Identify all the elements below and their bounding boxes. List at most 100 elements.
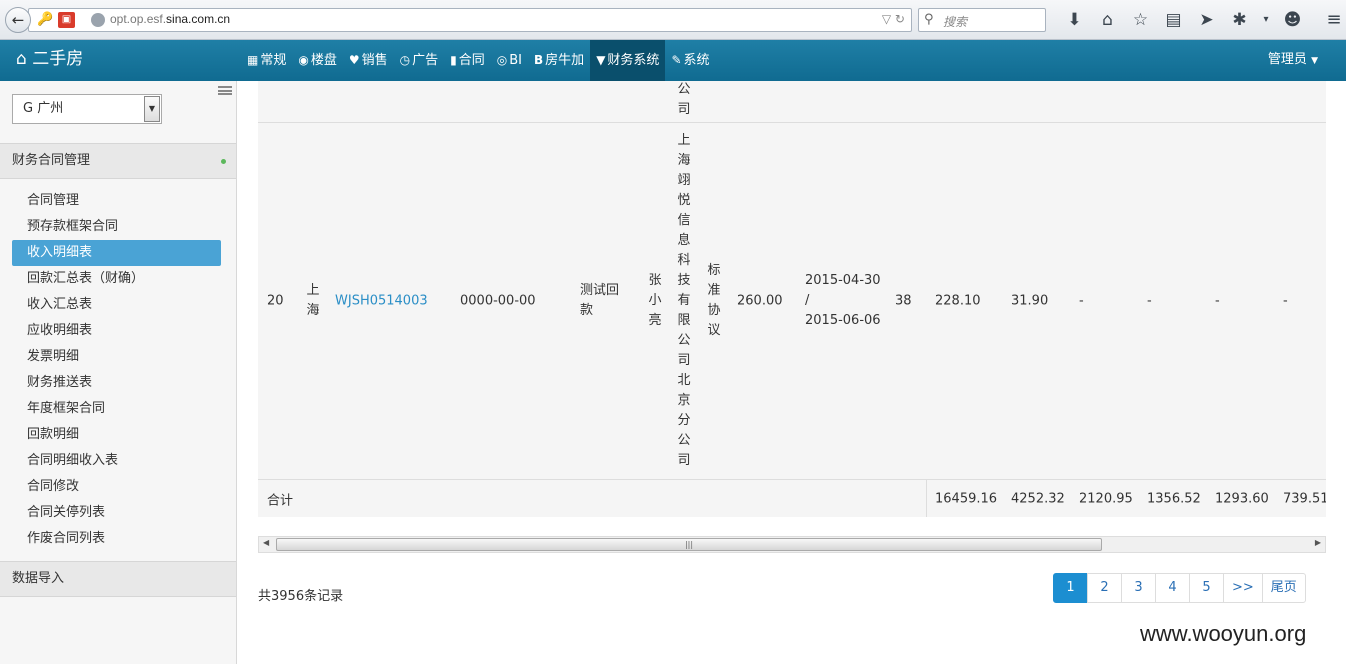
scroll-right-icon[interactable]: ▶ (1315, 538, 1321, 547)
pagination: 1 2 3 4 5 >> 尾页 (1053, 573, 1306, 603)
nav-item-fangniujia[interactable]: B 房牛加 (528, 40, 590, 81)
browser-toolbar: 🔑 ▣ opt.op.esf.sina.com.cn ▽ ↻ ← ⚲ 搜索 ⬇ … (0, 0, 1346, 40)
table-cell-person: 张小亮 (648, 273, 662, 328)
scrollbar-thumb[interactable]: ||| (276, 538, 1102, 551)
eye-icon: ◎ (496, 53, 508, 67)
sidebar-link[interactable]: 应收明细表 (12, 318, 221, 344)
chevron-down-icon: ▼ (144, 96, 160, 122)
sidebar-link[interactable]: 年度框架合同 (12, 396, 221, 422)
table-total-row: 合计 16459.16 4252.32 2120.95 1356.52 1293… (258, 480, 1326, 517)
sidebar-link[interactable]: 合同修改 (12, 474, 221, 500)
sidebar-link[interactable]: 作废合同列表 (12, 526, 221, 552)
user-menu[interactable]: 管理员 ▼ (1268, 40, 1318, 81)
addon-icon[interactable]: ▣ (58, 12, 75, 28)
table-cell-name: 测试回款 (580, 283, 620, 318)
globe-icon (91, 13, 105, 27)
table-row: 20 上海 WJSH0514003 0000-00-00 测试回款 张小亮 上海… (258, 123, 1326, 480)
back-button[interactable]: ← (5, 7, 31, 33)
sidebar-link[interactable]: 发票明细 (12, 344, 221, 370)
bold-b-icon: B (534, 53, 544, 67)
reading-list-icon[interactable]: ▤ (1157, 9, 1190, 31)
nav-label: 财务系统 (607, 53, 660, 68)
sidebar-section-finance-contracts[interactable]: 财务合同管理 (0, 143, 236, 179)
total-v5: 1293.60 (1215, 491, 1269, 506)
total-v4: 1356.52 (1147, 491, 1201, 506)
nav-item-building[interactable]: ◉ 楼盘 (292, 40, 343, 81)
dropdown-icon[interactable]: ▾ (1256, 9, 1276, 31)
brand[interactable]: ⌂ 二手房 (16, 40, 83, 81)
nav-item-sales[interactable]: ♥ 销售 (343, 40, 394, 81)
horizontal-scrollbar[interactable]: ◀ ||| ▶ (258, 536, 1326, 553)
search-icon: ⚲ (924, 12, 934, 27)
next-page-button[interactable]: >> (1223, 573, 1263, 603)
sidebar-link-active[interactable]: 收入明细表 (12, 240, 221, 266)
total-v1: 16459.16 (935, 491, 998, 506)
nav-item-bi[interactable]: ◎ BI (491, 40, 528, 81)
table-cell-v1: 228.10 (935, 293, 981, 309)
page-button[interactable]: 5 (1189, 573, 1224, 603)
last-page-button[interactable]: 尾页 (1261, 573, 1306, 603)
download-icon[interactable]: ⬇ (1058, 9, 1091, 31)
period-start: 2015-04-30 (805, 273, 881, 288)
total-v3: 2120.95 (1079, 491, 1133, 506)
search-box[interactable]: ⚲ 搜索 (918, 8, 1046, 32)
sidebar-section-data-import[interactable]: 数据导入 (0, 561, 236, 597)
user-name: 管理员 (1267, 52, 1307, 67)
send-icon[interactable]: ➤ (1190, 9, 1223, 31)
address-bar[interactable]: 🔑 ▣ opt.op.esf.sina.com.cn ▽ ↻ (28, 8, 912, 32)
heart-icon: ♥ (348, 53, 360, 67)
home-icon[interactable]: ⌂ (1091, 9, 1124, 31)
sidebar-link[interactable]: 收入汇总表 (12, 292, 221, 318)
sidebar-link[interactable]: 合同关停列表 (12, 500, 221, 526)
table-row: 公司 (258, 81, 1326, 123)
nav-item-regular[interactable]: ▦ 常规 (241, 40, 292, 81)
sidebar-link[interactable]: 预存款框架合同 (12, 214, 221, 240)
chat-icon[interactable]: ☻ (1276, 9, 1309, 31)
sidebar-link[interactable]: 合同管理 (12, 188, 221, 214)
sidebar-link[interactable]: 财务推送表 (12, 370, 221, 396)
browser-toolbar-icons: ⬇ ⌂ ☆ ▤ ➤ ✱ ▾ ☻ (1058, 9, 1309, 31)
city-select[interactable]: G 广州 ▼ (12, 94, 162, 124)
city-select-value: G 广州 (23, 101, 64, 116)
sidebar-section-title: 数据导入 (12, 571, 65, 586)
record-count: 共3956条记录 (258, 589, 344, 604)
nav-label: BI (509, 53, 523, 68)
table-cell-amount: 260.00 (737, 293, 783, 309)
sidebar-toggle-icon[interactable] (218, 86, 232, 95)
nav-item-ads[interactable]: ◷ 广告 (394, 40, 445, 81)
brand-label: 二手房 (32, 49, 84, 69)
page-button[interactable]: 4 (1155, 573, 1190, 603)
sidebar-link[interactable]: 回款汇总表（财确） (12, 266, 221, 292)
bug-icon[interactable]: ✱ (1223, 9, 1256, 31)
bookmark-star-icon[interactable]: ☆ (1124, 9, 1157, 31)
table-cell-v6: - (1283, 293, 1288, 309)
url-text[interactable]: opt.op.esf.sina.com.cn (110, 12, 230, 26)
sidebar-section-title: 财务合同管理 (12, 153, 91, 168)
sidebar-link[interactable]: 合同明细收入表 (12, 448, 221, 474)
sidebar-link[interactable]: 回款明细 (12, 422, 221, 448)
nav-label: 合同 (458, 53, 485, 68)
menu-icon[interactable]: ≡ (1322, 9, 1346, 30)
file-icon: ▮ (450, 53, 457, 67)
table-cell-company: 公司 (677, 82, 691, 117)
page-button[interactable]: 2 (1087, 573, 1122, 603)
nav-item-contract[interactable]: ▮ 合同 (444, 40, 491, 81)
nav-item-finance[interactable]: ▼ 财务系统 (590, 40, 666, 81)
key-icon[interactable]: 🔑 (37, 12, 54, 28)
top-navbar: ⌂ 二手房 ▦ 常规 ◉ 楼盘 ♥ 销售 ◷ 广告 ▮ 合同 ◎ BI B 房牛加 ▼ 财务系统… (0, 40, 1346, 81)
nav-item-system[interactable]: ✎ 系统 (665, 40, 715, 81)
table-cell-v5: - (1215, 293, 1220, 309)
grid-icon: ▦ (247, 53, 259, 67)
page-button[interactable]: 3 (1121, 573, 1156, 603)
caret-down-icon: ▼ (1311, 56, 1318, 66)
wrench-icon: ✎ (671, 53, 682, 67)
table-cell-city: 上海 (306, 283, 320, 318)
reload-icon[interactable]: ▽ ↻ (882, 12, 905, 26)
clock-icon: ◷ (399, 53, 411, 67)
table-cell-v2: 31.90 (1011, 293, 1049, 309)
scroll-left-icon[interactable]: ◀ (263, 538, 269, 547)
nav-label: 房牛加 (545, 53, 585, 68)
period-sep: / (805, 293, 810, 308)
page-button[interactable]: 1 (1053, 573, 1088, 603)
contract-link[interactable]: WJSH0514003 (335, 294, 428, 309)
